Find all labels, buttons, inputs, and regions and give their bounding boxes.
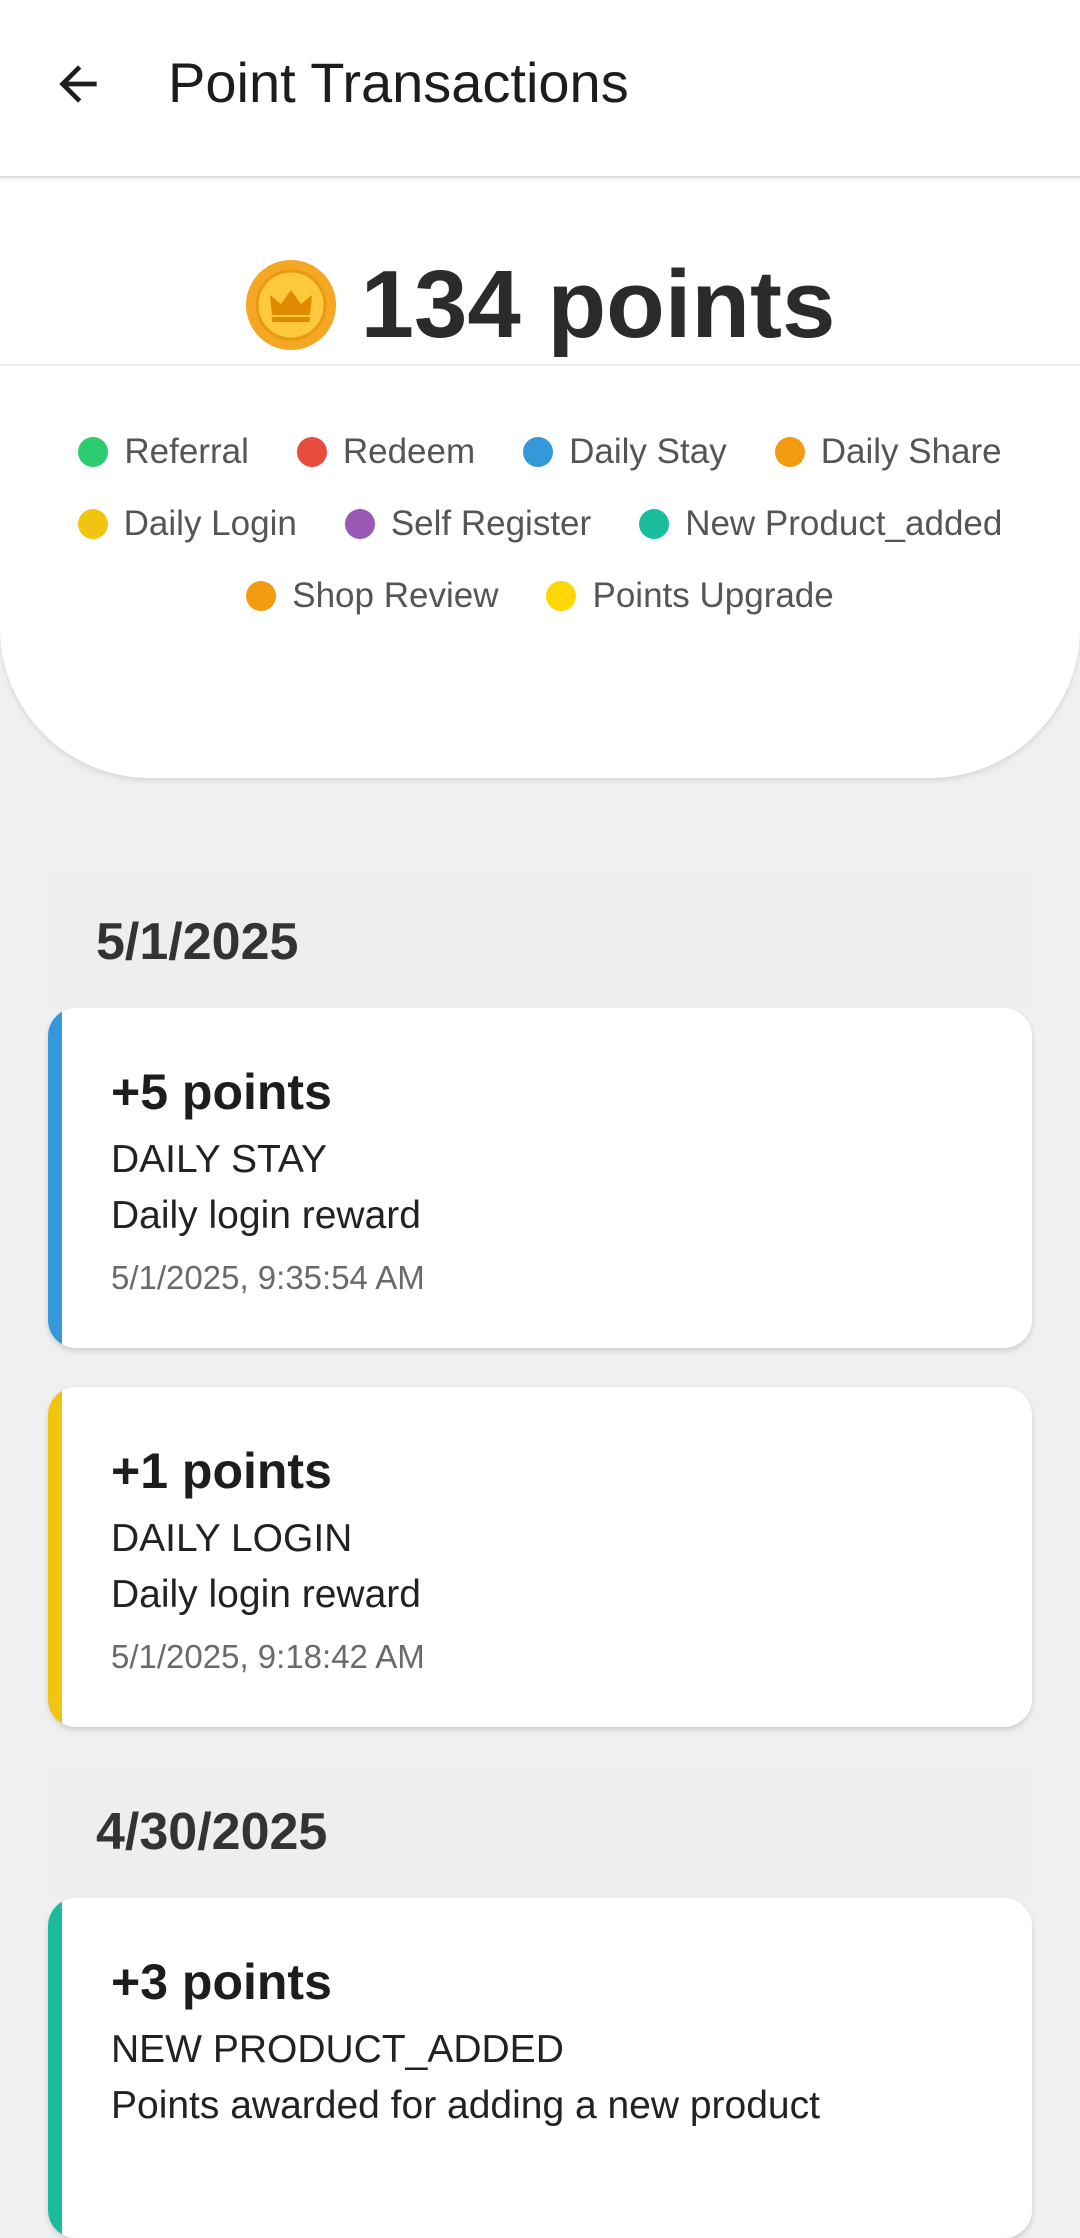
date-section-header: 4/30/2025 — [48, 1768, 1032, 1894]
legend-label: Redeem — [342, 432, 476, 471]
app-bar: Point Transactions — [0, 0, 1080, 178]
legend-label: Daily Share — [820, 432, 1002, 471]
legend-label: Daily Login — [123, 504, 297, 543]
back-button[interactable] — [36, 42, 120, 126]
legend-dot — [246, 581, 277, 611]
legend-dot — [546, 581, 577, 611]
transaction-points: +5 points — [111, 1064, 332, 1120]
transaction-type: DAILY LOGIN — [111, 1517, 353, 1560]
divider — [0, 364, 1080, 366]
category-color-stripe — [48, 1008, 62, 1348]
legend-item-self-register: Self Register — [344, 500, 592, 548]
legend-dot — [639, 509, 670, 539]
section-date: 5/1/2025 — [96, 913, 299, 971]
date-section-header: 5/1/2025 — [48, 878, 1032, 1004]
crown-coin-icon — [245, 259, 337, 351]
legend-label: Points Upgrade — [592, 576, 834, 615]
legend-item-referral: Referral — [78, 428, 249, 476]
legend-dot — [78, 437, 109, 467]
legend-label: Daily Stay — [569, 432, 727, 471]
category-color-stripe — [48, 1898, 62, 2238]
legend-label: Referral — [124, 432, 249, 471]
section-date: 4/30/2025 — [96, 1803, 328, 1861]
transaction-description: Daily login reward — [111, 1194, 421, 1237]
transaction-card[interactable]: +3 points NEW PRODUCT_ADDED Points award… — [48, 1898, 1032, 2238]
legend-item-shop-review: Shop Review — [246, 572, 498, 620]
points-summary-panel: 134 points Referral Redeem Daily Stay Da… — [0, 178, 1080, 778]
legend-item-redeem: Redeem — [296, 428, 476, 476]
legend-dot — [296, 437, 327, 467]
legend-label: Self Register — [390, 504, 592, 543]
transaction-timestamp: 5/1/2025, 9:35:54 AM — [111, 1259, 425, 1296]
transaction-type: DAILY STAY — [111, 1138, 328, 1181]
legend: Referral Redeem Daily Stay Daily Share D… — [40, 428, 1040, 620]
legend-dot — [77, 509, 108, 539]
transaction-card[interactable]: +1 points DAILY LOGIN Daily login reward… — [48, 1387, 1032, 1727]
legend-item-daily-stay: Daily Stay — [523, 428, 727, 476]
legend-item-new-product-added: New Product_added — [639, 500, 1002, 548]
legend-label: Shop Review — [292, 576, 499, 615]
legend-item-daily-share: Daily Share — [774, 428, 1002, 476]
arrow-left-icon — [59, 65, 97, 103]
transaction-type: NEW PRODUCT_ADDED — [111, 2028, 564, 2071]
legend-dot — [774, 437, 805, 467]
legend-dot — [523, 437, 554, 467]
legend-item-daily-login: Daily Login — [77, 500, 297, 548]
transaction-points: +3 points — [111, 1954, 332, 2010]
category-color-stripe — [48, 1387, 62, 1727]
transaction-timestamp: 5/1/2025, 9:18:42 AM — [111, 1638, 425, 1675]
transaction-description: Daily login reward — [111, 1573, 421, 1616]
transaction-card[interactable]: +5 points DAILY STAY Daily login reward … — [48, 1008, 1032, 1348]
points-total-row: 134 points — [0, 250, 1080, 360]
transaction-points: +1 points — [111, 1443, 332, 1499]
legend-dot — [344, 509, 375, 539]
transaction-description: Points awarded for adding a new product — [111, 2084, 820, 2127]
legend-item-points-upgrade: Points Upgrade — [546, 572, 834, 620]
legend-label: New Product_added — [685, 504, 1003, 543]
points-total: 134 points — [360, 251, 836, 358]
page-title: Point Transactions — [168, 51, 629, 114]
